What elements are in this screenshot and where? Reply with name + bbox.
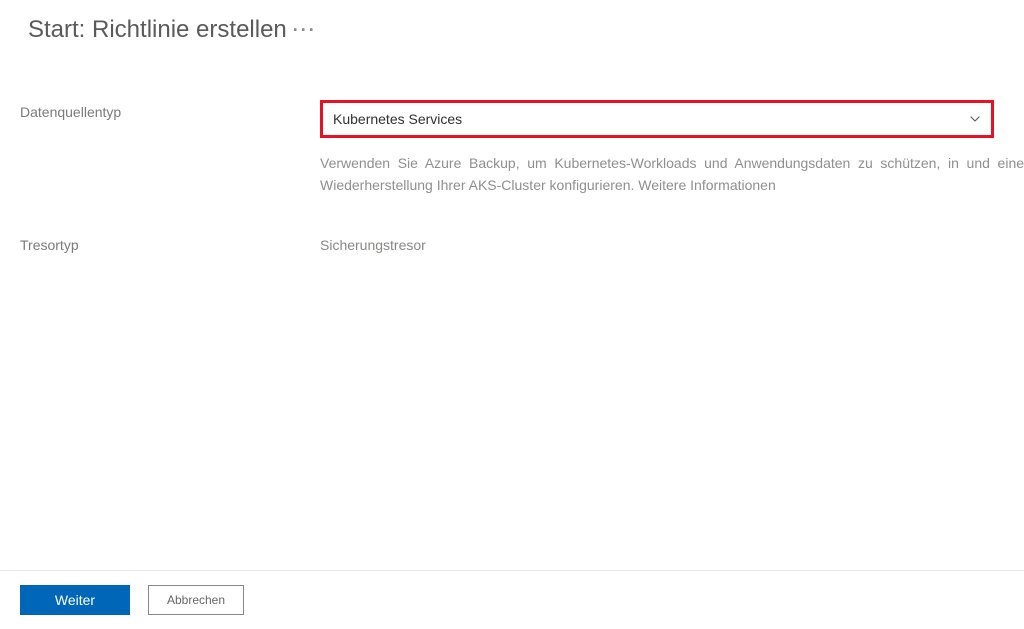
cancel-button[interactable]: Abbrechen [148, 585, 244, 615]
vaulttype-field: Sicherungstresor [320, 233, 1024, 253]
chevron-down-icon [969, 113, 981, 125]
vaulttype-row: Tresortyp Sicherungstresor [20, 233, 1024, 253]
form-area: Datenquellentyp Kubernetes Services Verw… [0, 54, 1024, 253]
learn-more-link[interactable]: Weitere Informationen [638, 177, 775, 193]
vaulttype-value: Sicherungstresor [320, 233, 1024, 253]
page-header: Start: Richtlinie erstellen ··· [0, 0, 1024, 54]
datasource-row: Datenquellentyp Kubernetes Services Verw… [20, 100, 1024, 197]
datasource-dropdown-value: Kubernetes Services [333, 111, 969, 127]
vaulttype-label: Tresortyp [20, 233, 320, 253]
footer: Weiter Abbrechen [0, 570, 1024, 629]
datasource-label: Datenquellentyp [20, 100, 320, 120]
next-button[interactable]: Weiter [20, 585, 130, 615]
page-title: Start: Richtlinie erstellen [28, 16, 287, 44]
datasource-dropdown[interactable]: Kubernetes Services [325, 105, 989, 133]
datasource-field: Kubernetes Services Verwenden Sie Azure … [320, 100, 1024, 197]
datasource-help-text: Verwenden Sie Azure Backup, um Kubernete… [320, 152, 1024, 197]
help-text-part1: Verwenden Sie Azure Backup, um Kubernete… [320, 155, 959, 171]
more-actions-icon[interactable]: ··· [293, 18, 317, 42]
datasource-highlight: Kubernetes Services [320, 100, 994, 138]
